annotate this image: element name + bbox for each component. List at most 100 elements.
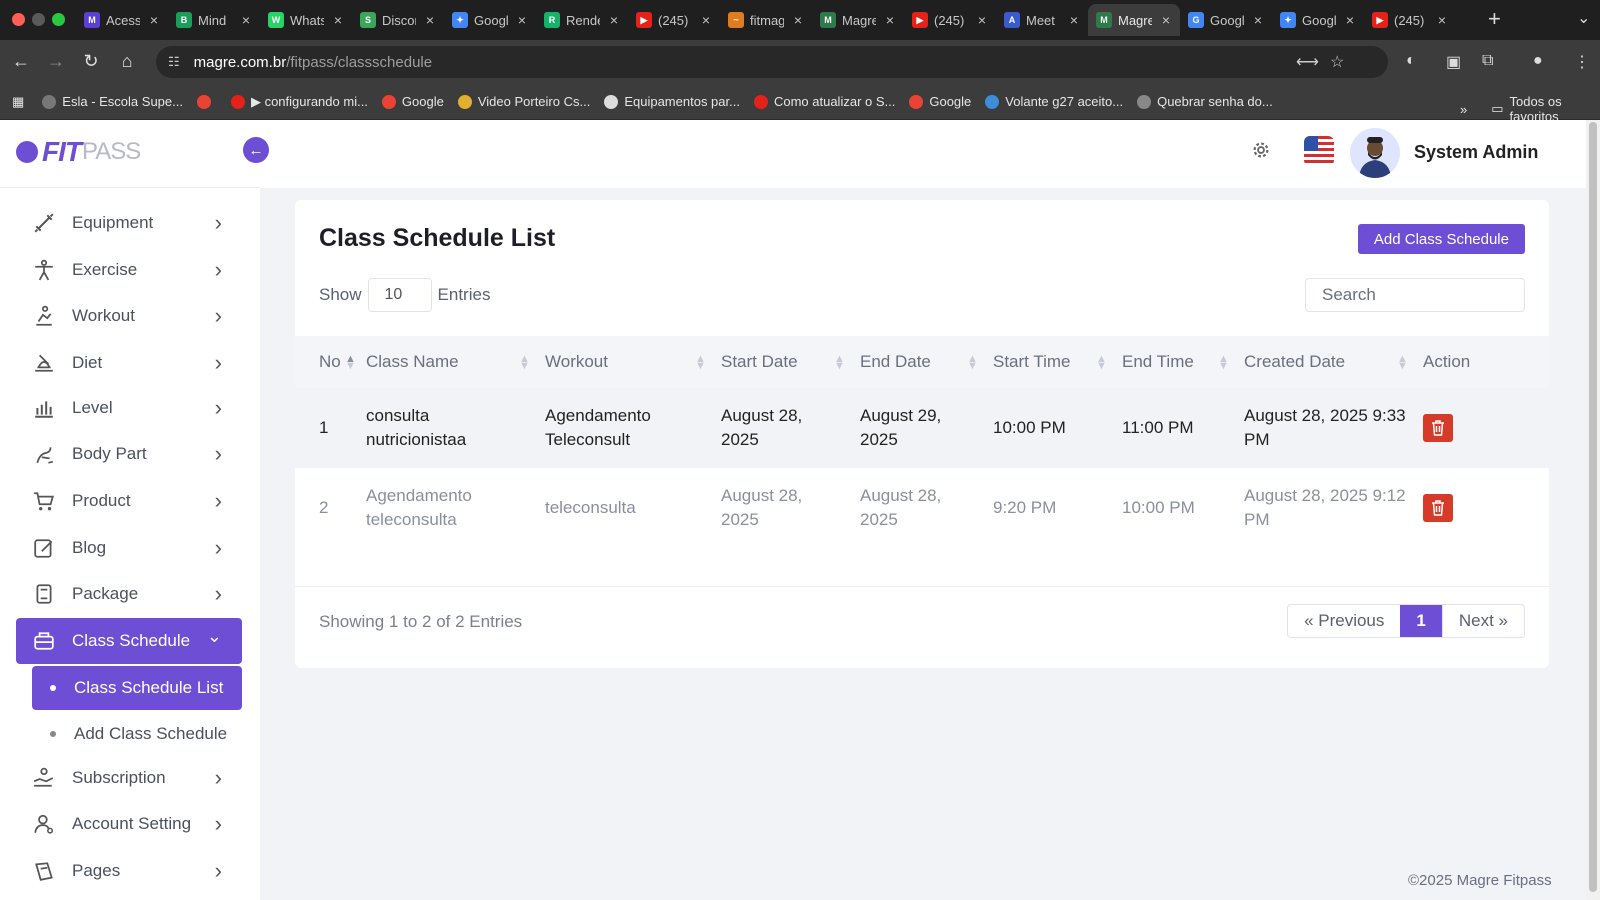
browser-tab[interactable]: M Magre × — [812, 4, 904, 36]
sort-icon[interactable]: ▲ ▼ — [1096, 354, 1107, 372]
browser-tab[interactable]: S Discord × — [352, 4, 444, 36]
page-1-button[interactable]: 1 — [1400, 605, 1442, 637]
sort-icon[interactable]: ▲ ▼ — [1397, 354, 1408, 372]
back-button[interactable]: ← — [10, 51, 32, 72]
sidebar-item-class-schedule[interactable]: Class Schedule ⌄ — [16, 618, 242, 664]
forward-button[interactable]: → — [45, 51, 67, 72]
tab-close-icon[interactable]: × — [1254, 12, 1262, 28]
sidebar-item-equipment[interactable]: Equipment › — [16, 200, 242, 246]
bookmark-item[interactable]: Video Porteiro Cs... — [457, 94, 590, 109]
bookmark-item[interactable]: Equipamentos par... — [604, 94, 740, 109]
bookmark-item[interactable]: Como atualizar o S... — [753, 94, 895, 109]
delete-button[interactable] — [1423, 494, 1453, 522]
home-button[interactable]: ⌂ — [116, 51, 138, 72]
sidebar-item-product[interactable]: Product › — [16, 478, 242, 524]
sort-icon[interactable]: ▲ ▼ — [695, 354, 706, 372]
column-header-end-date[interactable]: End Date ▲ ▼ — [860, 336, 993, 388]
submenu-item-add-class-schedule[interactable]: Add Class Schedule — [32, 712, 242, 756]
submenu-item-class-schedule-list[interactable]: Class Schedule List — [32, 666, 242, 710]
bookmark-star-icon[interactable]: ☆ — [1330, 52, 1344, 72]
tab-close-icon[interactable]: × — [702, 12, 710, 28]
bookmark-item[interactable] — [196, 94, 217, 109]
extension-icon[interactable]: ▣ — [1446, 52, 1461, 72]
translate-icon[interactable]: ⟷ — [1296, 52, 1319, 72]
extensions-puzzle-icon[interactable]: ⧉ — [1482, 52, 1493, 70]
new-tab-button[interactable]: + — [1488, 6, 1501, 32]
browser-tab[interactable]: ✦ Google × — [1272, 4, 1364, 36]
next-page-button[interactable]: Next » — [1441, 605, 1524, 637]
tab-close-icon[interactable]: × — [242, 12, 250, 28]
sidebar-item-pages[interactable]: Pages › — [16, 848, 242, 894]
column-header-no[interactable]: No ▲ ▼ — [295, 336, 366, 388]
browser-menu-icon[interactable]: ⋮ — [1574, 52, 1590, 72]
fitpass-logo[interactable]: FIT PASS — [16, 136, 141, 168]
browser-tab[interactable]: A Meet × — [996, 4, 1088, 36]
sidebar-item-body-part[interactable]: Body Part › — [16, 431, 242, 477]
tab-close-icon[interactable]: × — [978, 12, 986, 28]
profile-avatar[interactable]: ● — [1533, 52, 1543, 70]
browser-tab[interactable]: ✦ Google × — [444, 4, 536, 36]
tab-close-icon[interactable]: × — [518, 12, 526, 28]
browser-tab[interactable]: M Acesso × — [76, 4, 168, 36]
theme-settings-icon[interactable] — [1250, 139, 1272, 166]
browser-tab[interactable]: ▶ (245) × — [1364, 4, 1456, 36]
sidebar-item-subscription[interactable]: Subscription › — [16, 755, 242, 801]
sidebar-item-blog[interactable]: Blog › — [16, 525, 242, 571]
tab-close-icon[interactable]: × — [150, 12, 158, 28]
search-input[interactable]: Search — [1305, 278, 1525, 312]
bookmark-item[interactable]: Google — [381, 94, 444, 109]
extension-off-icon[interactable]: ◐ — [1406, 52, 1416, 70]
tab-search-icon[interactable]: ⌄ — [1577, 8, 1590, 28]
tab-close-icon[interactable]: × — [334, 12, 342, 28]
bookmark-item[interactable]: Volante g27 aceito... — [985, 94, 1123, 109]
sort-icon[interactable]: ▲ ▼ — [967, 354, 978, 372]
tab-close-icon[interactable]: × — [426, 12, 434, 28]
entries-select[interactable]: 10 — [367, 278, 432, 312]
page-scrollbar[interactable] — [1586, 120, 1600, 900]
minimize-window-button[interactable] — [32, 13, 45, 26]
bookmark-item[interactable]: ▶ configurando mi... — [230, 94, 368, 110]
browser-tab[interactable]: G Google × — [1180, 4, 1272, 36]
column-header-workout[interactable]: Workout ▲ ▼ — [545, 336, 721, 388]
tab-close-icon[interactable]: × — [1162, 12, 1170, 28]
user-avatar[interactable] — [1350, 128, 1400, 178]
column-header-end-time[interactable]: End Time ▲ ▼ — [1122, 336, 1244, 388]
more-bookmarks-icon[interactable]: » — [1460, 102, 1467, 117]
address-bar[interactable]: ☷ magre.com.br/fitpass/classschedule ⟷ ☆ — [156, 46, 1388, 78]
column-header-class-name[interactable]: Class Name ▲ ▼ — [366, 336, 545, 388]
column-header-created-date[interactable]: Created Date ▲ ▼ — [1244, 336, 1423, 388]
scrollbar-thumb[interactable] — [1589, 122, 1597, 892]
tab-close-icon[interactable]: × — [1346, 12, 1354, 28]
browser-tab[interactable]: M Magre × — [1088, 4, 1180, 36]
sidebar-item-exercise[interactable]: Exercise › — [16, 247, 242, 293]
sidebar-item-package[interactable]: Package › — [16, 571, 242, 617]
sidebar-item-workout[interactable]: Workout › — [16, 293, 242, 339]
browser-tab[interactable]: R Render × — [536, 4, 628, 36]
apps-grid-icon[interactable]: ▦ — [12, 94, 24, 110]
zoom-window-button[interactable] — [52, 13, 65, 26]
column-header-start-date[interactable]: Start Date ▲ ▼ — [721, 336, 860, 388]
site-info-icon[interactable]: ☷ — [168, 54, 180, 70]
tab-close-icon[interactable]: × — [794, 12, 802, 28]
sort-icon[interactable]: ▲ ▼ — [345, 354, 356, 372]
bookmark-item[interactable]: Google — [909, 94, 971, 109]
reload-button[interactable]: ↻ — [80, 51, 102, 72]
tab-close-icon[interactable]: × — [886, 12, 894, 28]
browser-tab[interactable]: W WhatsApp × — [260, 4, 352, 36]
tab-close-icon[interactable]: × — [1438, 12, 1446, 28]
delete-button[interactable] — [1423, 414, 1453, 442]
browser-tab[interactable]: B Mind × — [168, 4, 260, 36]
column-header-start-time[interactable]: Start Time ▲ ▼ — [993, 336, 1122, 388]
tab-close-icon[interactable]: × — [1070, 12, 1078, 28]
sidebar-item-diet[interactable]: Diet › — [16, 340, 242, 386]
browser-tab[interactable]: ~ fitmag × — [720, 4, 812, 36]
us-flag-icon[interactable] — [1304, 136, 1334, 166]
browser-tab[interactable]: ▶ (245) × — [904, 4, 996, 36]
sort-icon[interactable]: ▲ ▼ — [834, 354, 845, 372]
add-class-schedule-button[interactable]: Add Class Schedule — [1357, 224, 1525, 254]
sidebar-item-account-setting[interactable]: Account Setting › — [16, 801, 242, 847]
sidebar-item-level[interactable]: Level › — [16, 385, 242, 431]
sort-icon[interactable]: ▲ ▼ — [519, 354, 530, 372]
tab-close-icon[interactable]: × — [610, 12, 618, 28]
bookmark-item[interactable]: Esla - Escola Supe... — [42, 94, 183, 109]
